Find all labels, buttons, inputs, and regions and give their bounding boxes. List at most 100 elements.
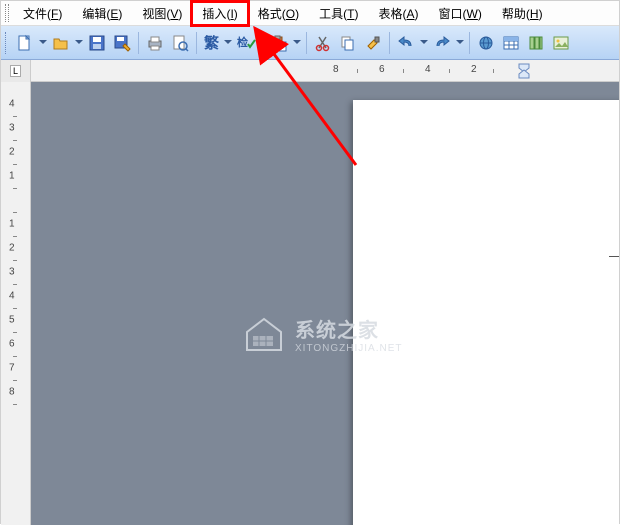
separator — [138, 32, 139, 54]
horizontal-ruler-row: L 8 6 4 2 — [1, 60, 619, 82]
ruler-tick-minor — [13, 140, 17, 141]
menu-edit[interactable]: 编辑(E) — [72, 2, 132, 25]
page-margin-guide — [609, 256, 619, 346]
horizontal-ruler[interactable]: 8 6 4 2 — [31, 60, 619, 81]
ruler-tick: 3 — [9, 123, 15, 134]
menu-table[interactable]: 表格(A) — [369, 2, 429, 25]
document-canvas[interactable]: 系统之家 XITONGZHIJIA.NET — [31, 82, 619, 525]
print-preview-button[interactable] — [168, 31, 192, 55]
ruler-tick-minor — [13, 188, 17, 189]
convert-icon: 繁 — [204, 32, 219, 53]
ruler-tick-minor — [13, 332, 17, 333]
format-painter-button[interactable] — [361, 31, 385, 55]
paste-icon — [270, 34, 288, 52]
save-button[interactable] — [85, 31, 109, 55]
spellcheck-button[interactable]: 检 — [234, 31, 258, 55]
menubar-grip[interactable] — [5, 4, 9, 22]
ruler-tick: 2 — [471, 64, 477, 75]
ruler-tick-minor — [13, 164, 17, 165]
insert-row-col-button[interactable] — [524, 31, 548, 55]
cut-button[interactable] — [311, 31, 335, 55]
redo-dropdown[interactable] — [455, 31, 465, 55]
brush-icon — [364, 34, 382, 52]
new-dropdown[interactable] — [38, 31, 48, 55]
ruler-tick: 5 — [9, 315, 15, 326]
undo-icon — [397, 34, 415, 52]
save-icon — [88, 34, 106, 52]
ruler-tick-minor — [13, 260, 17, 261]
print-button[interactable] — [143, 31, 167, 55]
menu-bar: 文件(F) 编辑(E) 视图(V) 插入(I) 格式(O) 工具(T) 表格(A… — [1, 1, 619, 26]
spellcheck-icon: 检 — [236, 34, 256, 52]
separator — [306, 32, 307, 54]
table-grid-icon — [502, 34, 520, 52]
menu-tools[interactable]: 工具(T) — [309, 2, 368, 25]
convert-dropdown[interactable] — [223, 31, 233, 55]
new-doc-icon — [16, 34, 34, 52]
save-as-button[interactable] — [110, 31, 134, 55]
ruler-tick: 3 — [9, 267, 15, 278]
separator — [262, 32, 263, 54]
redo-icon — [433, 34, 451, 52]
indent-marker-icon[interactable] — [517, 62, 531, 80]
menu-insert[interactable]: 插入(I) — [192, 2, 247, 25]
image-icon — [552, 34, 570, 52]
watermark-house-icon — [241, 314, 287, 354]
insert-image-button[interactable] — [549, 31, 573, 55]
ruler-tick: 7 — [9, 363, 15, 374]
copy-button[interactable] — [336, 31, 360, 55]
workspace: 4 3 2 1 1 2 3 4 5 6 7 8 — [1, 82, 619, 525]
ruler-corner[interactable]: L — [1, 60, 31, 82]
undo-button[interactable] — [394, 31, 418, 55]
vertical-ruler[interactable]: 4 3 2 1 1 2 3 4 5 6 7 8 — [1, 82, 31, 525]
paste-dropdown[interactable] — [292, 31, 302, 55]
separator — [469, 32, 470, 54]
cut-icon — [314, 34, 332, 52]
watermark-title: 系统之家 — [295, 314, 403, 343]
ruler-tick: 1 — [9, 171, 15, 182]
ruler-tick: 6 — [379, 64, 385, 75]
ruler-tick-minor — [357, 69, 358, 73]
ruler-tick-minor — [13, 356, 17, 357]
ruler-tick: 8 — [9, 387, 15, 398]
ruler-tick-minor — [403, 69, 404, 73]
menu-help[interactable]: 帮助(H) — [492, 2, 553, 25]
redo-button[interactable] — [430, 31, 454, 55]
menu-view[interactable]: 视图(V) — [132, 2, 192, 25]
copy-icon — [339, 34, 357, 52]
ruler-tick-minor — [13, 380, 17, 381]
paste-button[interactable] — [267, 31, 291, 55]
menu-format[interactable]: 格式(O) — [248, 2, 309, 25]
open-icon — [52, 34, 70, 52]
hyperlink-button[interactable] — [474, 31, 498, 55]
ruler-tick: 2 — [9, 243, 15, 254]
watermark: 系统之家 XITONGZHIJIA.NET — [241, 314, 403, 354]
separator — [196, 32, 197, 54]
print-preview-icon — [171, 34, 189, 52]
toolbar: 繁 检 — [1, 26, 619, 60]
ruler-tick: 4 — [9, 291, 15, 302]
separator — [389, 32, 390, 54]
ruler-tick: 4 — [9, 99, 15, 110]
menu-window[interactable]: 窗口(W) — [429, 2, 492, 25]
undo-dropdown[interactable] — [419, 31, 429, 55]
hyperlink-icon — [477, 34, 495, 52]
toolbar-grip[interactable] — [5, 32, 9, 54]
insert-table-button[interactable] — [499, 31, 523, 55]
new-button[interactable] — [13, 31, 37, 55]
ruler-tick-minor — [493, 69, 494, 73]
menu-file[interactable]: 文件(F) — [13, 2, 72, 25]
tab-alignment-icon: L — [10, 65, 21, 77]
open-button[interactable] — [49, 31, 73, 55]
document-page[interactable] — [353, 100, 619, 525]
watermark-subtitle: XITONGZHIJIA.NET — [295, 343, 403, 354]
ruler-tick-minor — [13, 308, 17, 309]
ruler-tick: 6 — [9, 339, 15, 350]
ruler-tick: 4 — [425, 64, 431, 75]
simplified-traditional-button[interactable]: 繁 — [201, 31, 222, 55]
ruler-tick: 8 — [333, 64, 339, 75]
ruler-tick-minor — [13, 236, 17, 237]
ruler-tick-minor — [13, 404, 17, 405]
open-dropdown[interactable] — [74, 31, 84, 55]
ruler-tick-minor — [449, 69, 450, 73]
